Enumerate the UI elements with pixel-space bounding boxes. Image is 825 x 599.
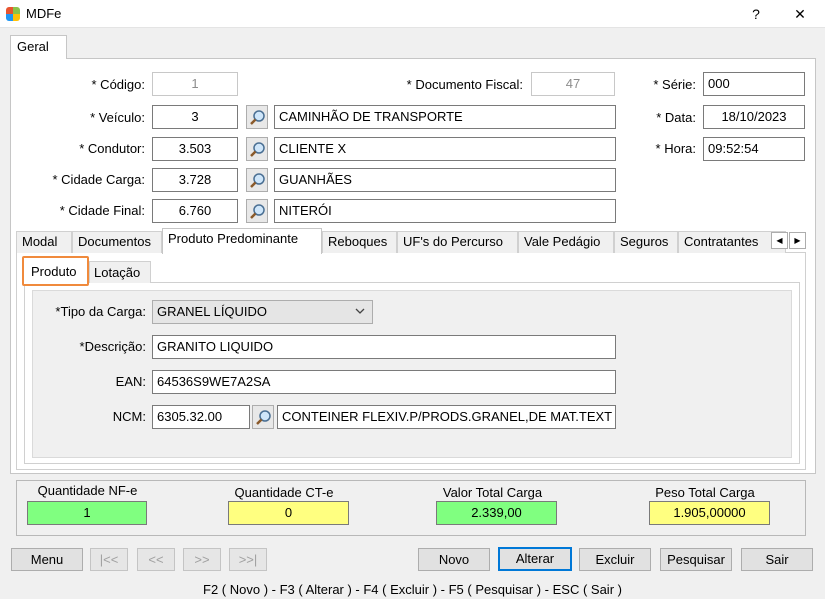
cidade-final-label: * Cidade Final: — [59, 203, 145, 218]
excluir-button[interactable]: Excluir — [579, 548, 651, 571]
serie-field[interactable]: 000 — [703, 72, 805, 96]
cidade-carga-description-field[interactable]: GUANHÃES — [274, 168, 616, 192]
hora-label: * Hora: — [655, 141, 696, 156]
data-field[interactable]: 18/10/2023 — [703, 105, 805, 129]
search-icon — [250, 110, 265, 125]
ncm-search-button[interactable] — [252, 405, 274, 429]
app-icon — [6, 7, 20, 21]
veiculo-code-field[interactable]: 3 — [152, 105, 238, 129]
codigo-field[interactable]: 1 — [152, 72, 238, 96]
condutor-description-field[interactable]: CLIENTE X — [274, 137, 616, 161]
cidade-carga-search-button[interactable] — [246, 168, 268, 192]
veiculo-label: * Veículo: — [90, 110, 145, 125]
peso-total-value: 1.905,00000 — [649, 501, 770, 525]
section-tabs: Modal Documentos Produto Predominante Re… — [16, 228, 786, 254]
window-title: MDFe — [26, 6, 62, 21]
tipo-carga-select[interactable]: GRANEL LÍQUIDO — [152, 300, 373, 324]
title-bar: MDFe ? ✕ — [0, 0, 825, 28]
cidade-carga-code-field[interactable]: 3.728 — [152, 168, 238, 192]
cidade-final-description-field[interactable]: NITERÓI — [274, 199, 616, 223]
search-icon — [256, 410, 271, 425]
search-icon — [250, 204, 265, 219]
peso-total-label: Peso Total Carga — [655, 485, 755, 500]
tabs-scroll-right-button[interactable]: ▶ — [789, 232, 806, 249]
first-record-button[interactable]: |<< — [90, 548, 128, 571]
subtab-produto-label: Produto — [31, 264, 77, 279]
ean-field[interactable]: 64536S9WE7A2SA — [152, 370, 616, 394]
condutor-label: * Condutor: — [79, 141, 145, 156]
ncm-code-field[interactable]: 6305.32.00 — [152, 405, 250, 429]
chevron-down-icon — [355, 308, 365, 314]
search-icon — [250, 142, 265, 157]
cidade-final-search-button[interactable] — [246, 199, 268, 223]
pesquisar-button[interactable]: Pesquisar — [660, 548, 732, 571]
tipo-carga-label: *Tipo da Carga: — [55, 304, 146, 319]
novo-button[interactable]: Novo — [418, 548, 490, 571]
qtd-nfe-value: 1 — [27, 501, 147, 525]
shortcut-status-bar: F2 ( Novo ) - F3 ( Alterar ) - F4 ( Excl… — [203, 582, 622, 597]
tab-produto-predominante[interactable]: Produto Predominante — [162, 228, 322, 254]
tab-documentos[interactable]: Documentos — [72, 231, 162, 253]
subtab-lotacao[interactable]: Lotação — [89, 261, 151, 283]
sair-button[interactable]: Sair — [741, 548, 813, 571]
documento-fiscal-field[interactable]: 47 — [531, 72, 615, 96]
qtd-cte-value: 0 — [228, 501, 349, 525]
tab-seguros[interactable]: Seguros — [614, 231, 678, 253]
tabs-scroll-left-button[interactable]: ◀ — [771, 232, 788, 249]
valor-total-label: Valor Total Carga — [442, 485, 543, 500]
descricao-field[interactable]: GRANITO LIQUIDO — [152, 335, 616, 359]
subtab-lotacao-label: Lotação — [94, 265, 141, 280]
veiculo-search-button[interactable] — [246, 105, 268, 129]
valor-total-value: 2.339,00 — [436, 501, 557, 525]
tab-geral-label: Geral — [17, 39, 49, 54]
next-record-button[interactable]: >> — [183, 548, 221, 571]
last-record-button[interactable]: >>| — [229, 548, 267, 571]
cidade-final-code-field[interactable]: 6.760 — [152, 199, 238, 223]
ncm-description-field[interactable]: CONTEINER FLEXIV.P/PRODS.GRANEL,DE MAT.T… — [277, 405, 616, 429]
ean-label: EAN: — [115, 374, 146, 389]
help-button[interactable]: ? — [742, 4, 770, 24]
menu-button[interactable]: Menu — [11, 548, 83, 571]
tab-vale-pedagio[interactable]: Vale Pedágio — [518, 231, 614, 253]
alterar-button[interactable]: Alterar — [498, 547, 572, 571]
codigo-label: * Código: — [91, 77, 145, 92]
ncm-label: NCM: — [112, 409, 146, 424]
condutor-search-button[interactable] — [246, 137, 268, 161]
qtd-nfe-label: Quantidade NF-e — [37, 483, 138, 498]
descricao-label: *Descrição: — [79, 339, 146, 354]
documento-fiscal-label: * Documento Fiscal: — [406, 77, 523, 92]
veiculo-description-field[interactable]: CAMINHÃO DE TRANSPORTE — [274, 105, 616, 129]
serie-label: * Série: — [653, 77, 696, 92]
search-icon — [250, 173, 265, 188]
tab-ufs-do-percurso[interactable]: UF's do Percurso — [397, 231, 518, 253]
tab-modal[interactable]: Modal — [16, 231, 72, 253]
cidade-carga-label: * Cidade Carga: — [52, 172, 146, 187]
hora-field[interactable]: 09:52:54 — [703, 137, 805, 161]
tab-reboques[interactable]: Reboques — [322, 231, 397, 253]
data-label: * Data: — [656, 110, 696, 125]
tab-geral[interactable]: Geral — [10, 35, 67, 59]
condutor-code-field[interactable]: 3.503 — [152, 137, 238, 161]
close-button[interactable]: ✕ — [786, 4, 814, 24]
tipo-carga-value: GRANEL LÍQUIDO — [157, 304, 268, 319]
tab-contratantes[interactable]: Contratantes — [678, 231, 786, 253]
previous-record-button[interactable]: << — [137, 548, 175, 571]
qtd-cte-label: Quantidade CT-e — [234, 485, 334, 500]
subtab-produto[interactable]: Produto — [22, 256, 89, 286]
